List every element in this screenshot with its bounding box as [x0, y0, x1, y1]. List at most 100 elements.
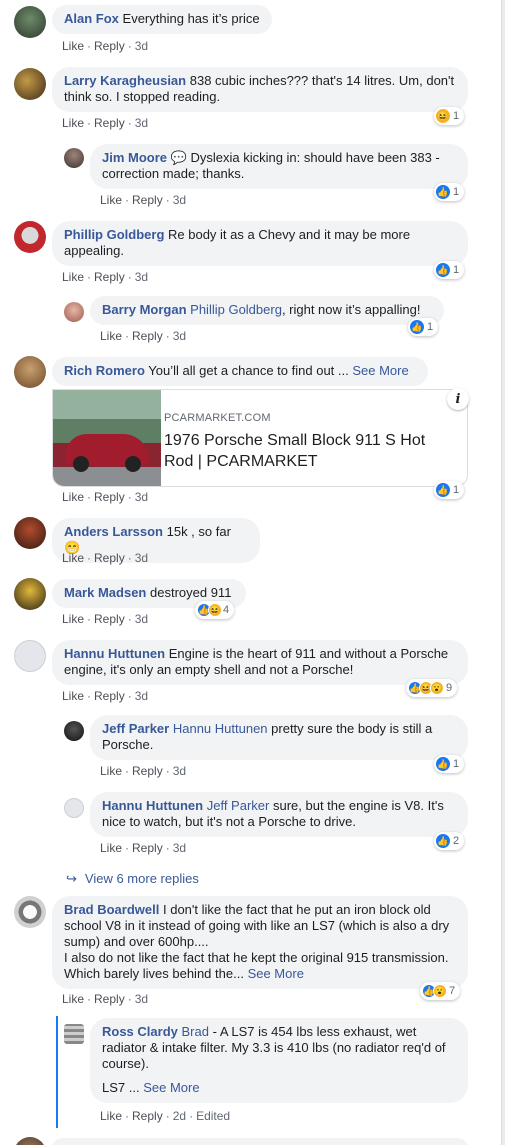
- haha-reaction-icon: 😆: [208, 603, 222, 617]
- reply-link[interactable]: Reply: [94, 490, 125, 504]
- like-link[interactable]: Like: [62, 551, 84, 565]
- edited-label: Edited: [196, 1109, 231, 1123]
- comment-author[interactable]: Mark Madsen: [64, 585, 146, 600]
- avatar[interactable]: [64, 148, 84, 168]
- see-more-link[interactable]: See More: [248, 966, 304, 981]
- reply-link[interactable]: Reply: [132, 329, 163, 343]
- like-link[interactable]: Like: [62, 39, 84, 53]
- see-more-link[interactable]: See More: [143, 1080, 199, 1095]
- info-icon[interactable]: i: [447, 388, 469, 410]
- comment-author[interactable]: Brad Boardwell: [64, 902, 159, 917]
- reaction-summary[interactable]: 😆 1: [434, 107, 465, 125]
- avatar[interactable]: [64, 798, 84, 818]
- link-preview-card[interactable]: PCARMARKET.COM 1976 Porsche Small Block …: [52, 389, 468, 487]
- reply-link[interactable]: Reply: [132, 193, 163, 207]
- comment-time[interactable]: 2d: [173, 1109, 186, 1123]
- avatar[interactable]: [14, 221, 46, 253]
- reaction-summary[interactable]: 👍 😆 4: [195, 601, 235, 619]
- reply-link[interactable]: Reply: [94, 992, 125, 1006]
- like-link[interactable]: Like: [100, 841, 122, 855]
- reply-link[interactable]: Reply: [94, 270, 125, 284]
- reply-link[interactable]: Reply: [132, 1109, 163, 1123]
- haha-reaction-icon: 😆: [436, 109, 450, 123]
- comment-author[interactable]: Hannu Huttunen: [64, 646, 165, 661]
- like-link[interactable]: Like: [100, 764, 122, 778]
- comment-author[interactable]: Ross Clardy: [102, 1024, 178, 1039]
- comment-text: Everything has it’s price: [122, 11, 260, 26]
- avatar[interactable]: [14, 356, 46, 388]
- avatar[interactable]: [14, 640, 46, 672]
- mention-link[interactable]: Jeff Parker: [207, 798, 270, 813]
- reaction-summary[interactable]: 👍 1: [434, 183, 465, 201]
- comment-time[interactable]: 3d: [135, 39, 148, 53]
- comment-bubble: Jeff Parker Hannu Huttunen pretty sure t…: [90, 715, 468, 760]
- avatar[interactable]: [14, 896, 46, 928]
- see-more-link[interactable]: See More: [352, 363, 408, 378]
- mention-link[interactable]: Hannu Huttunen: [173, 721, 268, 736]
- comment-time[interactable]: 3d: [135, 612, 148, 626]
- comment-author[interactable]: Hannu Huttunen: [102, 798, 203, 813]
- comment-time[interactable]: 3d: [173, 841, 186, 855]
- comment-time[interactable]: 3d: [135, 689, 148, 703]
- comment-author[interactable]: Jeff Parker: [102, 721, 169, 736]
- comment-bubble: Brad Boardwell I don't like the fact tha…: [52, 896, 468, 989]
- like-link[interactable]: Like: [100, 193, 122, 207]
- reaction-summary[interactable]: 👍 😆 😮 9: [406, 679, 458, 697]
- comment-time[interactable]: 3d: [135, 116, 148, 130]
- avatar[interactable]: [64, 302, 84, 322]
- like-reaction-icon: 👍: [436, 263, 450, 277]
- reply-link[interactable]: Reply: [132, 764, 163, 778]
- like-reaction-icon: 👍: [436, 834, 450, 848]
- comment-author[interactable]: Phillip Goldberg: [64, 227, 164, 242]
- avatar[interactable]: [14, 68, 46, 100]
- comment-time[interactable]: 3d: [135, 551, 148, 565]
- avatar[interactable]: [64, 1024, 84, 1044]
- like-link[interactable]: Like: [62, 992, 84, 1006]
- link-thumbnail: [53, 390, 161, 486]
- reaction-summary[interactable]: 👍 1: [408, 318, 439, 336]
- link-site: PCARMARKET.COM: [164, 412, 271, 424]
- reply-link[interactable]: Reply: [94, 689, 125, 703]
- reply-link[interactable]: Reply: [94, 612, 125, 626]
- like-link[interactable]: Like: [100, 1109, 122, 1123]
- reply-link[interactable]: Reply: [94, 116, 125, 130]
- comment-author[interactable]: Rich Romero: [64, 363, 145, 378]
- comment-time[interactable]: 3d: [135, 270, 148, 284]
- reply-link[interactable]: Reply: [94, 551, 125, 565]
- comment-time[interactable]: 3d: [173, 764, 186, 778]
- reaction-summary[interactable]: 👍 2: [434, 832, 465, 850]
- reply-link[interactable]: Reply: [132, 841, 163, 855]
- comment-author[interactable]: Barry Morgan: [102, 302, 187, 317]
- reaction-summary[interactable]: 👍 1: [434, 261, 465, 279]
- mention-link[interactable]: Brad: [182, 1024, 209, 1039]
- like-link[interactable]: Like: [62, 490, 84, 504]
- avatar[interactable]: [14, 578, 46, 610]
- avatar[interactable]: [14, 517, 46, 549]
- comment-author[interactable]: Alan Fox: [64, 11, 119, 26]
- scrollbar-track[interactable]: [501, 0, 505, 1145]
- comment-time[interactable]: 3d: [135, 992, 148, 1006]
- comment-author[interactable]: Jim Moore: [102, 150, 167, 165]
- comment-author[interactable]: Anders Larsson: [64, 524, 163, 539]
- reaction-summary[interactable]: 👍 😮 7: [420, 982, 461, 1000]
- view-more-replies[interactable]: ↪ View 6 more replies: [66, 871, 199, 887]
- comment-time[interactable]: 3d: [173, 329, 186, 343]
- reply-link[interactable]: Reply: [94, 39, 125, 53]
- like-link[interactable]: Like: [62, 612, 84, 626]
- avatar[interactable]: [14, 6, 46, 38]
- avatar[interactable]: [14, 1137, 46, 1145]
- mention-link[interactable]: Phillip Goldberg: [190, 302, 282, 317]
- link-title[interactable]: 1976 Porsche Small Block 911 S Hot Rod |…: [164, 430, 454, 472]
- like-link[interactable]: Like: [62, 116, 84, 130]
- comment-time[interactable]: 3d: [173, 193, 186, 207]
- comment-actions: Like · Reply · 3d: [62, 116, 149, 130]
- reaction-summary[interactable]: 👍 1: [434, 755, 465, 773]
- avatar[interactable]: [64, 721, 84, 741]
- like-link[interactable]: Like: [62, 689, 84, 703]
- comment-actions: Like · Reply · 3d: [100, 193, 187, 207]
- comment-time[interactable]: 3d: [135, 490, 148, 504]
- reaction-summary[interactable]: 👍 1: [434, 481, 465, 499]
- comment-author[interactable]: Larry Karagheusian: [64, 73, 186, 88]
- like-link[interactable]: Like: [62, 270, 84, 284]
- like-link[interactable]: Like: [100, 329, 122, 343]
